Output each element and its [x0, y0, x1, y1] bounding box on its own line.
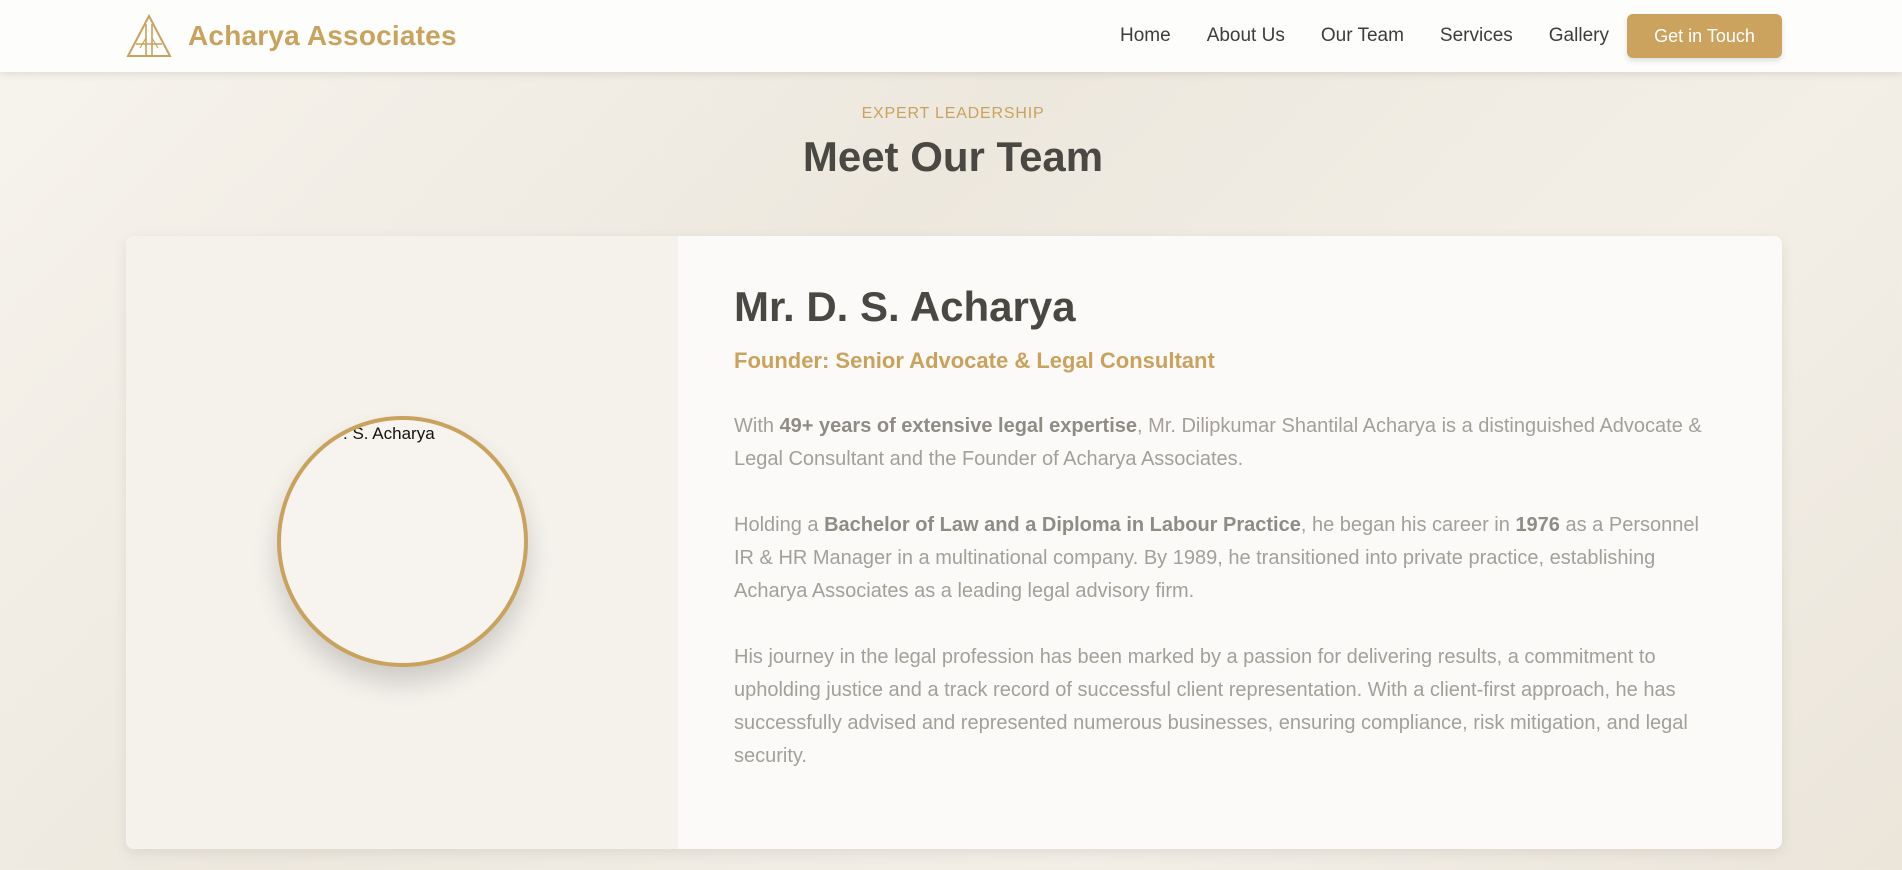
section-eyebrow: EXPERT LEADERSHIP: [861, 105, 1045, 122]
portrait-panel: . S. Acharya: [126, 236, 678, 849]
nav-item-home[interactable]: Home: [1120, 25, 1171, 47]
portrait-alt-text: . S. Acharya: [343, 424, 435, 443]
triangle-monogram-icon: [126, 14, 172, 57]
brand[interactable]: Acharya Associates: [126, 14, 457, 58]
bio-paragraph: His journey in the legal profession has …: [734, 646, 1688, 767]
section-title: Meet Our Team: [802, 133, 1104, 180]
team-member-card: . S. Acharya Mr. D. S. Acharya Founder: …: [126, 236, 1782, 849]
nav-item-about-us[interactable]: About Us: [1207, 25, 1285, 47]
nav-item-our-team[interactable]: Our Team: [1321, 25, 1404, 47]
member-role: Founder: Senior Advocate & Legal Consult…: [734, 348, 1215, 373]
get-in-touch-button[interactable]: Get in Touch: [1627, 14, 1782, 58]
member-details: Mr. D. S. Acharya Founder: Senior Advoca…: [678, 236, 1782, 849]
nav-item-gallery[interactable]: Gallery: [1549, 25, 1609, 47]
member-portrait: . S. Acharya: [277, 416, 528, 667]
member-name: Mr. D. S. Acharya: [734, 283, 1076, 330]
bio-paragraph: With 49+ years of extensive legal expert…: [734, 415, 1702, 470]
site-header: Acharya Associates Home About Us Our Tea…: [0, 0, 1902, 72]
bio-paragraph: Holding a Bachelor of Law and a Diploma …: [734, 514, 1699, 602]
nav-item-services[interactable]: Services: [1440, 25, 1513, 47]
brand-name: Acharya Associates: [188, 20, 457, 51]
main-nav: Home About Us Our Team Services Gallery: [1120, 0, 1645, 72]
